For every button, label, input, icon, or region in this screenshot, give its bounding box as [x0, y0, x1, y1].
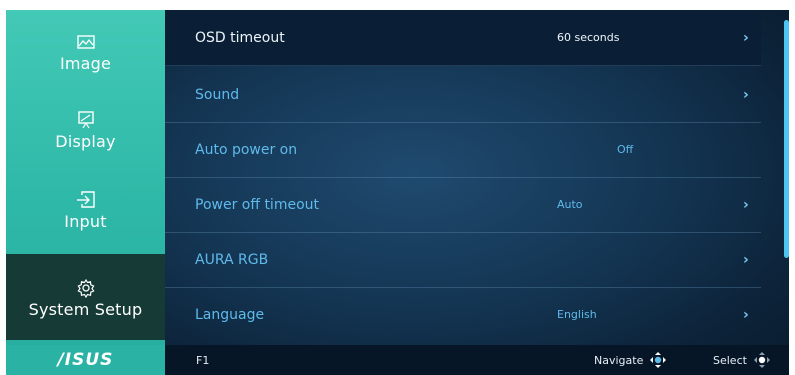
dpad-navigate-icon — [650, 352, 667, 368]
sidebar-item-input[interactable]: Input — [6, 190, 165, 231]
menu-row-value: English — [557, 308, 597, 321]
sidebar-item-display[interactable]: Display — [6, 110, 165, 151]
sidebar-item-image[interactable]: Image — [6, 32, 165, 73]
select-label: Select — [713, 353, 747, 367]
chevron-right-icon: › — [743, 196, 749, 213]
menu-row-label: OSD timeout — [195, 29, 285, 46]
settings-panel: OSD timeout 60 seconds › Sound › Auto po… — [165, 10, 789, 375]
menu-row-label: Sound — [195, 86, 240, 103]
menu-row-osd-timeout[interactable]: OSD timeout 60 seconds › — [165, 10, 761, 66]
menu-row-power-off-timeout[interactable]: Power off timeout Auto › — [165, 177, 761, 233]
sidebar: Image Display Input System Setup /ISUS — [6, 10, 165, 375]
scrollbar[interactable] — [784, 20, 789, 258]
dpad-select-icon — [753, 352, 770, 368]
sidebar-item-label: System Setup — [28, 299, 143, 319]
sidebar-item-label: Image — [59, 54, 112, 73]
sidebar-item-system-setup[interactable]: System Setup — [6, 254, 165, 340]
osd-screen: Image Display Input System Setup /ISUS O… — [6, 10, 789, 375]
brand-logo: /ISUS — [6, 345, 165, 375]
menu-row-language[interactable]: Language English › — [165, 287, 761, 342]
navigate-label: Navigate — [594, 353, 644, 367]
menu-row-value: 60 seconds — [557, 31, 620, 44]
navigate-hint: Navigate — [594, 351, 667, 369]
menu-row-value: Off — [617, 143, 634, 156]
menu-row-sound[interactable]: Sound › — [165, 67, 761, 123]
sidebar-item-label: Input — [64, 212, 107, 231]
sidebar-item-label: Display — [55, 132, 116, 151]
input-icon — [76, 191, 95, 208]
gear-icon — [77, 278, 94, 298]
menu-row-value: Auto — [557, 198, 583, 211]
chevron-right-icon: › — [743, 306, 749, 323]
chevron-right-icon: › — [743, 29, 749, 46]
chevron-right-icon: › — [743, 86, 749, 103]
menu-row-label: Auto power on — [195, 141, 298, 158]
menu-row-label: Power off timeout — [195, 196, 319, 213]
footer-bar: F1 Navigate Select — [165, 345, 789, 375]
f1-hint: F1 — [196, 353, 210, 367]
menu-row-auto-power-on[interactable]: Auto power on Off — [165, 122, 761, 178]
menu-row-label: Language — [195, 306, 265, 323]
display-icon — [77, 111, 94, 129]
menu-row-label: AURA RGB — [195, 251, 269, 268]
chevron-right-icon: › — [743, 251, 749, 268]
brand-logo-text: /ISUS — [57, 350, 114, 370]
menu-row-aura-rgb[interactable]: AURA RGB › — [165, 232, 761, 288]
image-icon — [76, 35, 95, 49]
select-hint: Select — [713, 351, 771, 369]
